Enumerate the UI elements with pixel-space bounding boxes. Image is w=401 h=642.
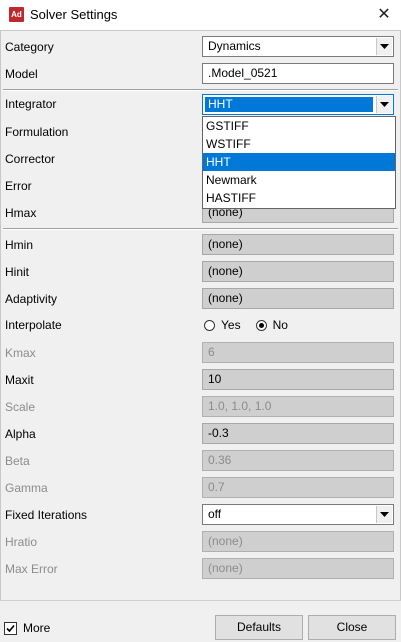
more-checkbox[interactable] [4,622,17,635]
chevron-down-icon[interactable] [376,506,392,523]
interpolate-yes-label[interactable]: Yes [221,318,241,332]
hinit-field[interactable]: (none) [202,261,394,282]
category-value: Dynamics [208,39,261,53]
interpolate-no-label[interactable]: No [273,318,288,332]
close-icon[interactable]: ✕ [370,3,398,27]
dialog-footer: More Defaults Close [0,600,401,642]
chevron-down-icon[interactable] [376,38,392,55]
corrector-label: Corrector [5,152,56,166]
dropdown-option-gstiff[interactable]: GSTIFF [203,117,395,135]
separator [3,89,398,91]
fixed-iterations-value: off [208,507,222,521]
model-label: Model [5,67,38,81]
interpolate-radio-group: Yes No [204,317,303,333]
fixed-iterations-combobox[interactable]: off [202,504,394,525]
kmax-label: Kmax [5,346,36,360]
error-label: Error [5,179,32,193]
hinit-label: Hinit [5,265,30,279]
fixed-iterations-label: Fixed Iterations [5,508,88,522]
window-title: Solver Settings [30,7,118,22]
interpolate-yes-radio[interactable] [204,319,215,331]
interpolate-no-radio[interactable] [255,319,267,331]
defaults-button[interactable]: Defaults [215,615,303,640]
hmin-field[interactable]: (none) [202,234,394,255]
beta-label: Beta [5,454,30,468]
integrator-combobox[interactable]: HHT [202,94,394,115]
maxit-field[interactable]: 10 [202,369,394,390]
more-label[interactable]: More [23,620,50,636]
hratio-field: (none) [202,531,394,552]
adaptivity-field[interactable]: (none) [202,288,394,309]
formulation-label: Formulation [5,125,69,139]
gamma-field: 0.7 [202,477,394,498]
hratio-label: Hratio [5,535,38,549]
chevron-down-icon[interactable] [376,96,392,113]
close-button[interactable]: Close [308,615,396,640]
maxit-label: Maxit [5,373,34,387]
scale-field: 1.0, 1.0, 1.0 [202,396,394,417]
alpha-field[interactable]: -0.3 [202,423,394,444]
hmin-label: Hmin [5,238,34,252]
title-bar: Ad Solver Settings ✕ [0,0,401,30]
integrator-label: Integrator [5,97,57,111]
gamma-label: Gamma [5,481,48,495]
hmax-label: Hmax [5,206,37,220]
interpolate-label: Interpolate [5,318,62,332]
integrator-dropdown-list: GSTIFF WSTIFF HHT Newmark HASTIFF [202,116,396,209]
dropdown-option-hht[interactable]: HHT [203,153,395,171]
category-label: Category [5,40,54,54]
checkmark-icon [6,624,15,633]
alpha-label: Alpha [5,427,36,441]
dropdown-option-wstiff[interactable]: WSTIFF [203,135,395,153]
integrator-value: HHT [205,97,373,112]
beta-field: 0.36 [202,450,394,471]
max-error-label: Max Error [5,562,58,576]
category-combobox[interactable]: Dynamics [202,36,394,57]
separator [3,228,398,230]
model-field[interactable]: .Model_0521 [202,63,394,84]
dropdown-option-newmark[interactable]: Newmark [203,171,395,189]
max-error-field: (none) [202,558,394,579]
dropdown-option-hastiff[interactable]: HASTIFF [203,189,395,207]
scale-label: Scale [5,400,36,414]
app-icon: Ad [9,7,24,22]
adaptivity-label: Adaptivity [5,292,58,306]
kmax-field: 6 [202,342,394,363]
